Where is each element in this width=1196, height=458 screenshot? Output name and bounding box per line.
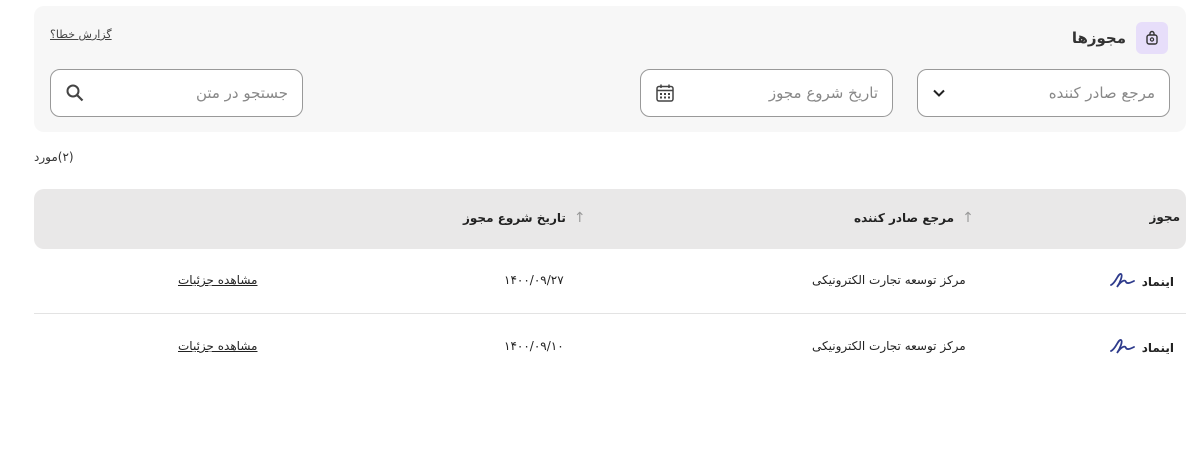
issuer-select[interactable]: مرجع صادر کننده: [917, 69, 1170, 117]
result-count: (۲)مورد: [34, 150, 74, 164]
header-issuer-label: مرجع صادر کننده: [854, 211, 955, 225]
license-cell: اینماد: [1108, 269, 1174, 294]
license-name: اینماد: [1141, 340, 1174, 355]
table-header: مجوز ↑ مرجع صادر کننده ↑ تاریخ شروع مجوز: [34, 189, 1186, 249]
date-cell: ۱۴۰۰/۰۹/۲۷: [504, 273, 564, 287]
header-start-date-label: تاریخ شروع مجوز: [463, 211, 566, 225]
license-badge-icon: [1136, 22, 1168, 54]
start-date-field[interactable]: تاریخ شروع مجوز: [640, 69, 893, 117]
view-details-link[interactable]: مشاهده جزئیات: [178, 339, 257, 353]
license-name: اینماد: [1141, 274, 1174, 289]
header-license-label: مجوز: [1149, 210, 1180, 224]
license-cell: اینماد: [1108, 335, 1174, 360]
start-date-placeholder: تاریخ شروع مجوز: [768, 84, 878, 102]
arrow-up-icon[interactable]: ↑: [962, 210, 974, 226]
chevron-down-icon: [932, 86, 946, 100]
issuer-cell: مرکز توسعه تجارت الکترونیکی: [812, 273, 966, 287]
view-details-link[interactable]: مشاهده جزئیات: [178, 273, 257, 287]
search-icon[interactable]: [65, 83, 85, 103]
panel-title: مجوزها: [1071, 29, 1126, 47]
enamad-logo-icon: [1108, 335, 1136, 360]
panel-header: مجوزها: [1072, 22, 1168, 54]
issuer-placeholder: مرجع صادر کننده: [1048, 84, 1155, 102]
report-error-link[interactable]: گزارش خطا؟: [50, 28, 112, 41]
enamad-logo-icon: [1108, 269, 1136, 294]
calendar-icon[interactable]: [655, 83, 675, 103]
table-row: اینماد مرکز توسعه تجارت الکترونیکی ۱۴۰۰/…: [34, 315, 1186, 380]
issuer-cell: مرکز توسعه تجارت الکترونیکی: [812, 339, 966, 353]
search-field[interactable]: جستجو در متن: [50, 69, 303, 117]
arrow-up-icon[interactable]: ↑: [574, 210, 586, 226]
header-issuer[interactable]: ↑ مرجع صادر کننده: [854, 210, 974, 226]
filters-panel: مجوزها گزارش خطا؟ مرجع صادر کننده تاریخ …: [34, 6, 1186, 132]
header-license[interactable]: مجوز: [1149, 210, 1180, 224]
search-placeholder: جستجو در متن: [195, 84, 288, 102]
header-start-date[interactable]: ↑ تاریخ شروع مجوز: [463, 210, 586, 226]
table-row: اینماد مرکز توسعه تجارت الکترونیکی ۱۴۰۰/…: [34, 249, 1186, 314]
date-cell: ۱۴۰۰/۰۹/۱۰: [504, 339, 564, 353]
